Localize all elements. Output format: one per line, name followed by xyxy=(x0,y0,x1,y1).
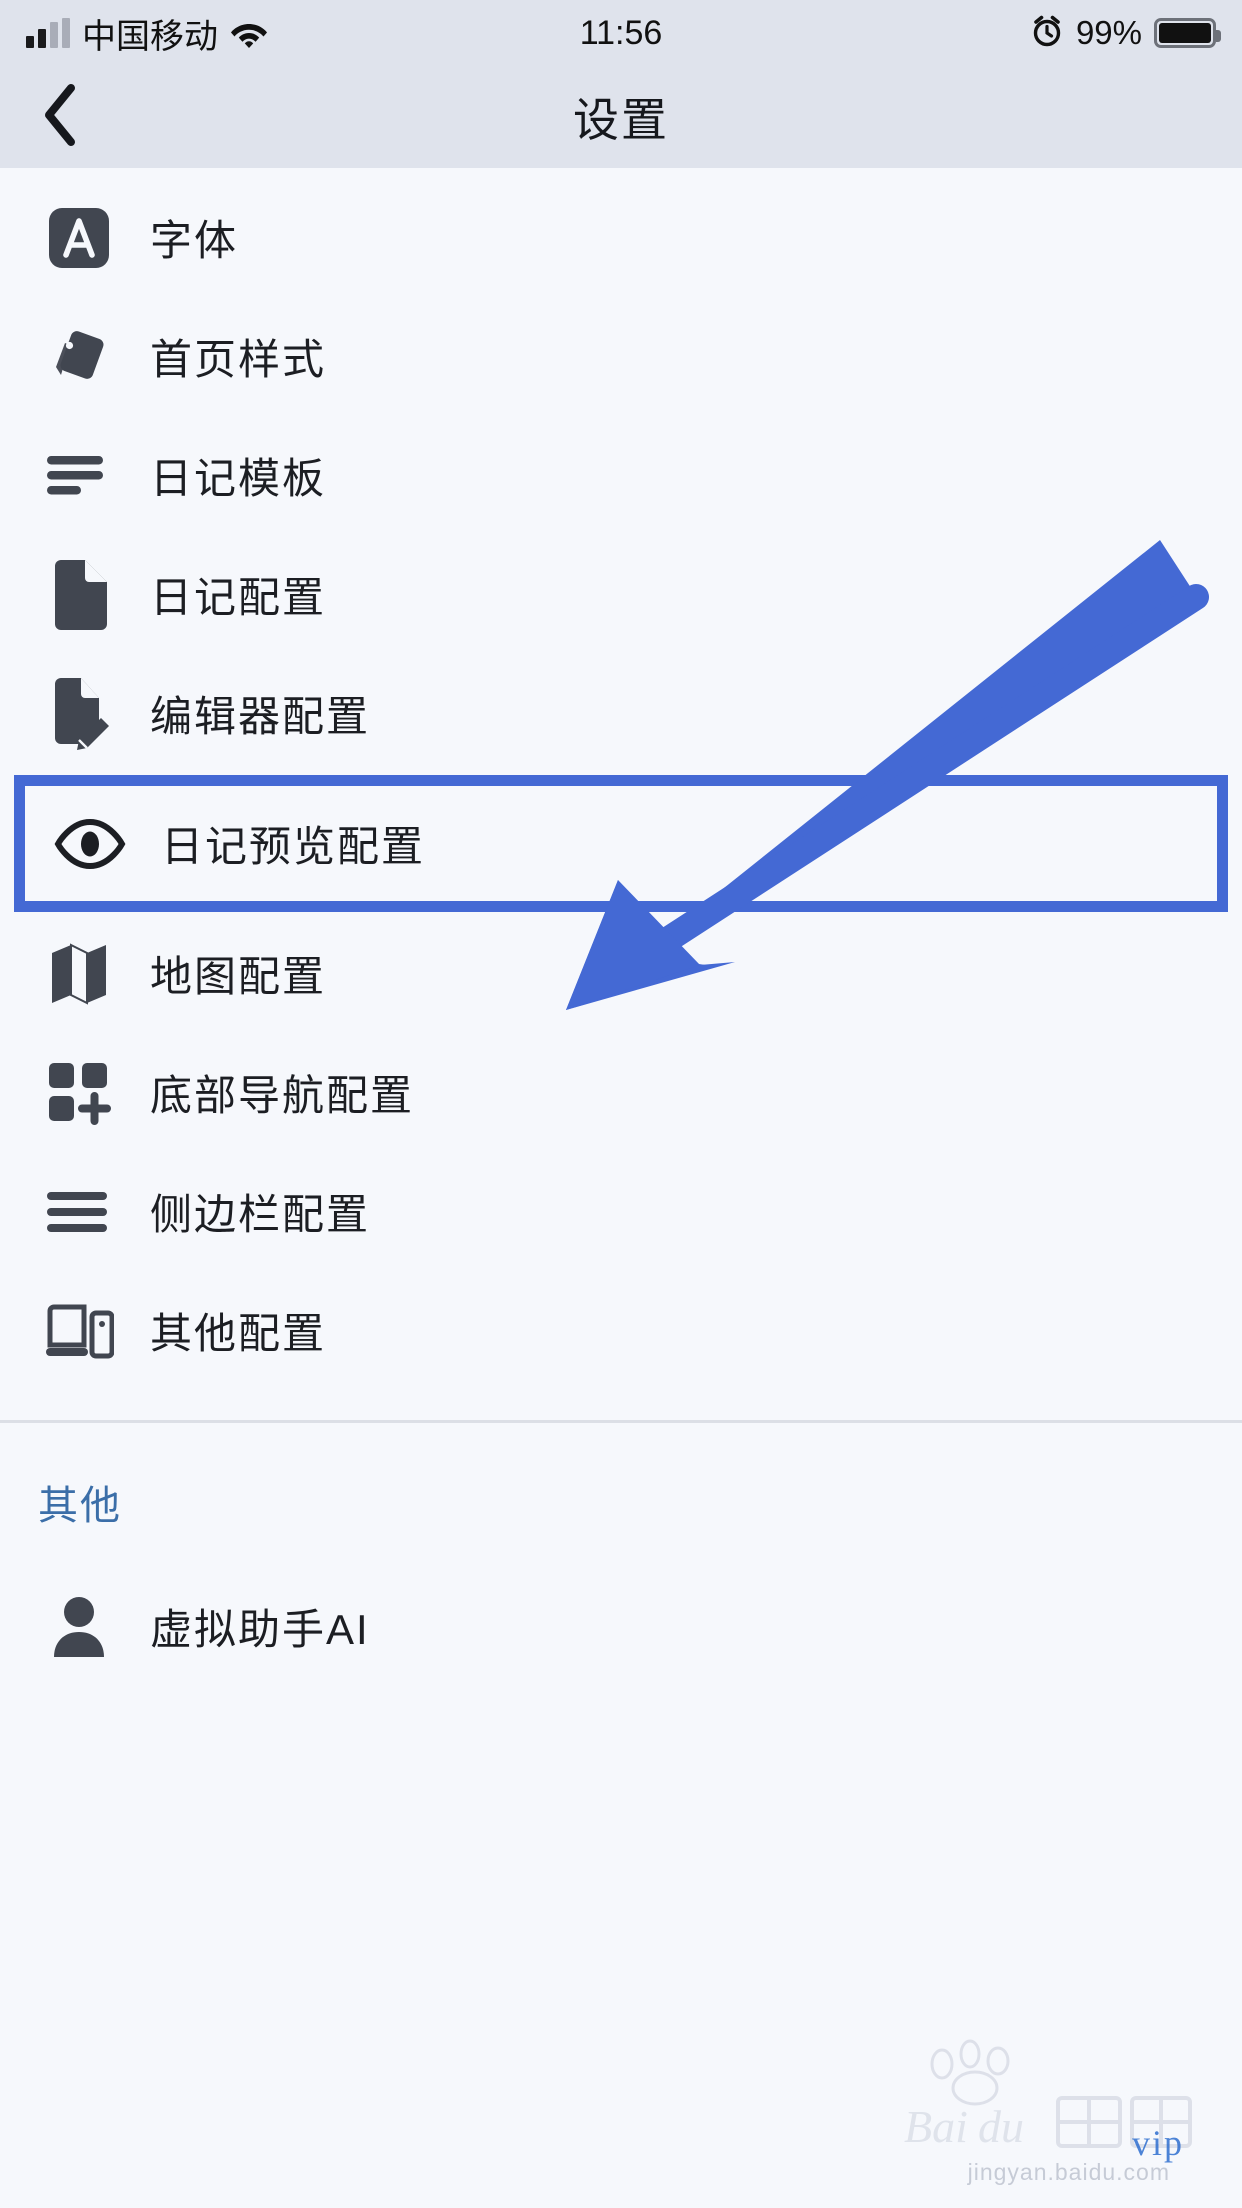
battery-percent: 99% xyxy=(1075,14,1142,51)
settings-row-bottom-nav-config[interactable]: 底部导航配置 xyxy=(0,1033,1242,1152)
status-bar: 中国移动 11:56 99% xyxy=(0,0,1242,66)
carrier-name: 中国移动 xyxy=(82,17,218,56)
document-pencil-icon xyxy=(30,677,128,750)
settings-row-virtual-assistant-ai[interactable]: 虚拟助手AI xyxy=(0,1567,1242,1686)
laptop-phone-icon xyxy=(30,1303,128,1359)
settings-list: 字体 首页样式 日记模板 日记配置 编辑器配置 日记预览配置 地图配置 底部导航… xyxy=(0,168,1242,1423)
back-button[interactable] xyxy=(0,66,120,168)
letter-a-square-icon xyxy=(30,206,128,270)
settings-row-label: 虚拟助手AI xyxy=(150,1606,370,1653)
settings-row-label: 日记配置 xyxy=(150,574,327,621)
settings-row-home-style[interactable]: 首页样式 xyxy=(0,297,1242,416)
map-icon xyxy=(30,941,128,1007)
settings-row-label: 地图配置 xyxy=(150,953,327,1000)
document-icon xyxy=(30,559,128,630)
hamburger-lines-icon xyxy=(30,1190,128,1234)
page-title: 设置 xyxy=(573,94,669,146)
settings-row-label: 侧边栏配置 xyxy=(150,1191,371,1238)
theme-cards-icon xyxy=(30,323,128,391)
wifi-icon xyxy=(230,18,268,48)
settings-row-map-config[interactable]: 地图配置 xyxy=(0,914,1242,1033)
status-bar-right: 99% xyxy=(1030,14,1221,53)
settings-row-label: 日记预览配置 xyxy=(161,823,426,870)
eye-icon xyxy=(41,818,139,870)
alarm-clock-icon xyxy=(1030,14,1064,53)
settings-row-label: 首页样式 xyxy=(150,336,327,383)
settings-row-diary-template[interactable]: 日记模板 xyxy=(0,416,1242,535)
signal-bars-icon xyxy=(26,18,70,48)
svg-text:du: du xyxy=(978,2101,1024,2152)
settings-row-label: 编辑器配置 xyxy=(150,693,371,740)
settings-row-label: 字体 xyxy=(150,217,239,264)
settings-row-other-config[interactable]: 其他配置 xyxy=(0,1271,1242,1390)
section-header-other: 其他 xyxy=(38,1484,122,1528)
settings-row-editor-config[interactable]: 编辑器配置 xyxy=(0,654,1242,773)
text-lines-icon xyxy=(30,454,128,498)
watermark-url: jingyan.baidu.com xyxy=(967,2159,1170,2185)
other-section: 其他 虚拟助手AI xyxy=(0,1423,1242,1686)
svg-text:Bai: Bai xyxy=(904,2101,968,2152)
settings-row-diary-preview-config-highlighted[interactable]: 日记预览配置 xyxy=(14,775,1228,912)
grid-plus-icon xyxy=(30,1061,128,1125)
watermark-vip-label: vip xyxy=(1131,2123,1184,2163)
navigation-bar: 设置 xyxy=(0,66,1242,168)
battery-full-icon xyxy=(1154,18,1221,48)
settings-row-label: 日记模板 xyxy=(150,455,327,502)
settings-row-sidebar-config[interactable]: 侧边栏配置 xyxy=(0,1152,1242,1271)
settings-row-diary-config[interactable]: 日记配置 xyxy=(0,535,1242,654)
settings-row-label: 底部导航配置 xyxy=(150,1072,415,1119)
settings-row-label: 其他配置 xyxy=(150,1310,327,1357)
settings-row-font[interactable]: 字体 xyxy=(0,178,1242,297)
status-bar-left: 中国移动 xyxy=(26,9,268,58)
person-icon xyxy=(30,1595,128,1659)
chevron-left-icon xyxy=(38,82,82,153)
